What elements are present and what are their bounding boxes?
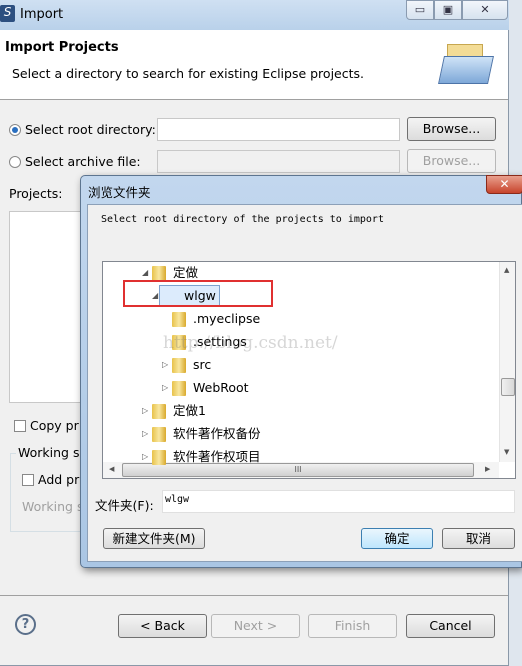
folder-icon — [152, 450, 166, 465]
maximize-button[interactable]: ▣ — [434, 0, 462, 20]
folder-label: 文件夹(F): — [95, 498, 154, 513]
watermark: http://blog.csdn.net/ — [163, 333, 338, 353]
tree-item[interactable]: ▷ 软件著作权备份 — [103, 423, 498, 445]
tree-item-label: .myeclipse — [193, 311, 261, 326]
collapsed-arrow-icon[interactable]: ▷ — [142, 400, 148, 422]
tree-item-label: 定做1 — [173, 403, 206, 418]
root-directory-input[interactable] — [157, 118, 400, 141]
browse-root-button[interactable]: Browse... — [407, 117, 496, 141]
minimize-button[interactable]: ▭ — [406, 0, 434, 20]
folder-icon — [152, 266, 166, 281]
folder-icon — [172, 312, 186, 327]
folder-icon — [172, 381, 186, 396]
page-subtitle: Select a directory to search for existin… — [12, 66, 364, 81]
working-sets-group-label: Working s — [16, 445, 82, 460]
collapsed-arrow-icon[interactable]: ▷ — [162, 354, 168, 376]
folder-input[interactable]: wlgw — [162, 490, 515, 513]
archive-file-label: Select archive file: — [25, 154, 141, 169]
collapsed-arrow-icon[interactable]: ▷ — [162, 377, 168, 399]
close-button[interactable]: ✕ — [462, 0, 508, 20]
tree-item-label: 软件著作权项目 — [173, 449, 261, 464]
window-title: Import — [20, 7, 64, 22]
finish-button[interactable]: Finish — [308, 614, 397, 638]
page-title: Import Projects — [5, 40, 119, 55]
tree-item[interactable]: ▷ 软件著作权项目 — [103, 446, 498, 468]
copy-projects-checkbox[interactable] — [14, 420, 26, 432]
root-directory-label: Select root directory: — [25, 122, 156, 137]
folder-icon — [172, 358, 186, 373]
folder-icon — [152, 404, 166, 419]
scroll-thumb[interactable] — [501, 378, 515, 396]
folder-banner-icon — [438, 44, 494, 88]
browse-cancel-button[interactable]: 取消 — [442, 528, 515, 549]
archive-file-input[interactable] — [157, 150, 400, 173]
vertical-scrollbar[interactable]: ▲ ▼ — [499, 262, 515, 462]
wizard-header: Import Projects Select a directory to se… — [0, 30, 508, 100]
root-directory-radio[interactable] — [9, 124, 21, 136]
tree-item[interactable]: ▷ src — [103, 354, 498, 376]
tree-item-label: WebRoot — [193, 380, 249, 395]
collapsed-arrow-icon[interactable]: ▷ — [142, 423, 148, 445]
new-folder-button[interactable]: 新建文件夹(M) — [103, 528, 205, 549]
back-button[interactable]: < Back — [118, 614, 207, 638]
tree-item-label: src — [193, 357, 212, 372]
eclipse-icon: S — [0, 5, 15, 22]
tree-item[interactable]: .myeclipse — [103, 308, 498, 330]
next-button[interactable]: Next > — [211, 614, 300, 638]
ok-button[interactable]: 确定 — [361, 528, 433, 549]
help-icon[interactable]: ? — [15, 614, 36, 635]
tree-item-label: 软件著作权备份 — [173, 426, 261, 441]
projects-label: Projects: — [9, 186, 63, 201]
working-sets-field-label: Working s — [22, 499, 84, 514]
folder-icon — [152, 427, 166, 442]
copy-projects-label: Copy pr — [30, 418, 79, 433]
tree-item[interactable]: ▷ WebRoot — [103, 377, 498, 399]
browse-dialog-close-button[interactable]: ✕ — [486, 175, 522, 194]
add-to-working-set-checkbox[interactable] — [22, 474, 34, 486]
browse-archive-button[interactable]: Browse... — [407, 149, 496, 173]
browse-dialog-title: 浏览文件夹 — [88, 185, 151, 200]
title-bar: S Import ▭ ▣ ✕ — [0, 0, 509, 30]
cancel-button[interactable]: Cancel — [406, 614, 495, 638]
browse-instruction: Select root directory of the projects to… — [101, 214, 384, 225]
tree-item[interactable]: ▷ 定做1 — [103, 400, 498, 422]
archive-file-radio[interactable] — [9, 156, 21, 168]
footer-separator — [0, 595, 508, 596]
collapsed-arrow-icon[interactable]: ▷ — [142, 446, 148, 468]
add-to-working-set-label: Add pr — [38, 472, 80, 487]
highlight-box — [123, 280, 273, 307]
